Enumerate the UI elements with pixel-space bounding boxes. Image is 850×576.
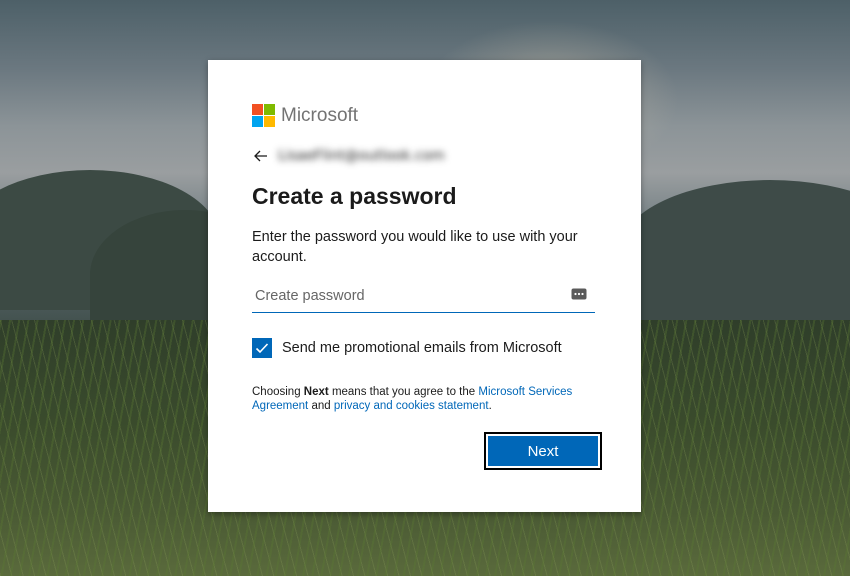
password-reveal-icon[interactable] (571, 286, 587, 300)
microsoft-logo-icon (252, 104, 275, 127)
arrow-left-icon[interactable] (252, 147, 270, 165)
terms-notice: Choosing Next means that you agree to th… (252, 386, 573, 412)
page-description: Enter the password you would like to use… (252, 229, 578, 265)
privacy-statement-link[interactable]: privacy and cookies statement (334, 400, 489, 412)
password-field (252, 282, 595, 313)
checkmark-icon (255, 343, 269, 354)
password-input[interactable] (252, 282, 565, 310)
microsoft-logo: Microsoft (252, 104, 358, 127)
promo-checkbox[interactable] (252, 338, 272, 358)
identity-banner: LisaeFlint@outlook.com (252, 146, 445, 166)
next-button[interactable]: Next (488, 436, 598, 466)
terms-next-bold: Next (303, 386, 329, 398)
account-email: LisaeFlint@outlook.com (278, 148, 445, 164)
promo-checkbox-label: Send me promotional emails from Microsof… (282, 340, 562, 356)
brand-name: Microsoft (281, 104, 359, 126)
signup-card: Microsoft LisaeFlint@outlook.com Create … (208, 60, 641, 512)
next-button-focus-ring: Next (484, 432, 602, 470)
page-title: Create a password (252, 183, 457, 209)
promo-email-option[interactable]: Send me promotional emails from Microsof… (252, 338, 562, 358)
